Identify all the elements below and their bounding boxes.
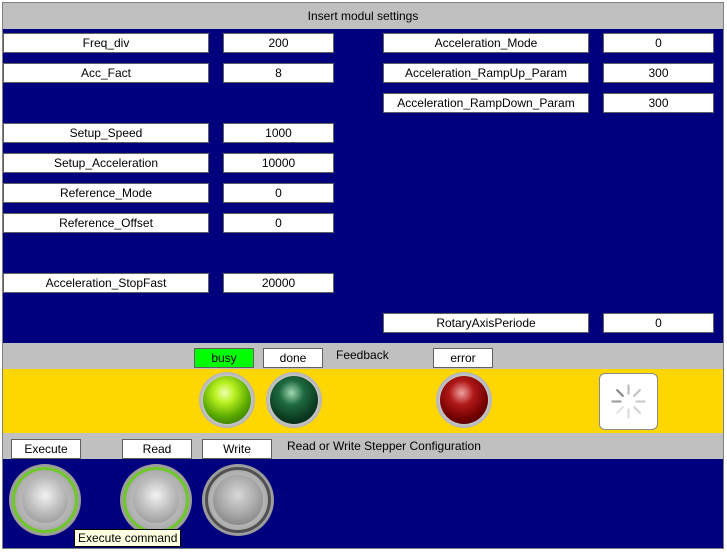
rotary-axis-periode-label: RotaryAxisPeriode [383, 313, 589, 333]
busy-label: busy [194, 348, 254, 368]
spinner-icon [611, 384, 646, 419]
acceleration-rampdown-value[interactable]: 300 [603, 93, 714, 113]
command-title: Read or Write Stepper Configuration [287, 439, 481, 453]
error-lamp-icon [440, 376, 488, 424]
panel-title: Insert modul settings [3, 3, 723, 29]
reference-mode-value[interactable]: 0 [223, 183, 334, 203]
execute-label: Execute [11, 439, 81, 459]
read-button-face [133, 477, 179, 523]
busy-lamp-icon [203, 376, 251, 424]
write-button-face [213, 475, 263, 525]
freq-div-label: Freq_div [3, 33, 209, 53]
read-label: Read [122, 439, 192, 459]
done-label: done [263, 348, 323, 368]
setup-speed-value[interactable]: 1000 [223, 123, 334, 143]
execute-tooltip: Execute command [74, 529, 182, 547]
acceleration-mode-value[interactable]: 0 [603, 33, 714, 53]
rotary-axis-periode-value[interactable]: 0 [603, 313, 714, 333]
reference-offset-value[interactable]: 0 [223, 213, 334, 233]
execute-button[interactable] [9, 464, 81, 536]
acceleration-rampup-label: Acceleration_RampUp_Param [383, 63, 589, 83]
loading-indicator [599, 373, 658, 430]
acc-fact-value[interactable]: 8 [223, 63, 334, 83]
execute-button-face [22, 477, 68, 523]
write-label: Write [202, 439, 272, 459]
acceleration-rampdown-label: Acceleration_RampDown_Param [383, 93, 589, 113]
acceleration-stopfast-label: Acceleration_StopFast [3, 273, 209, 293]
setup-speed-label: Setup_Speed [3, 123, 209, 143]
acc-fact-label: Acc_Fact [3, 63, 209, 83]
acceleration-mode-label: Acceleration_Mode [383, 33, 589, 53]
write-button[interactable] [202, 464, 274, 536]
acceleration-rampup-value[interactable]: 300 [603, 63, 714, 83]
feedback-title: Feedback [336, 348, 389, 362]
done-lamp-icon [270, 376, 318, 424]
read-button[interactable] [120, 464, 192, 536]
freq-div-value[interactable]: 200 [223, 33, 334, 53]
reference-offset-label: Reference_Offset [3, 213, 209, 233]
error-label: error [433, 348, 493, 368]
reference-mode-label: Reference_Mode [3, 183, 209, 203]
setup-acceleration-label: Setup_Acceleration [3, 153, 209, 173]
setup-acceleration-value[interactable]: 10000 [223, 153, 334, 173]
acceleration-stopfast-value[interactable]: 20000 [223, 273, 334, 293]
